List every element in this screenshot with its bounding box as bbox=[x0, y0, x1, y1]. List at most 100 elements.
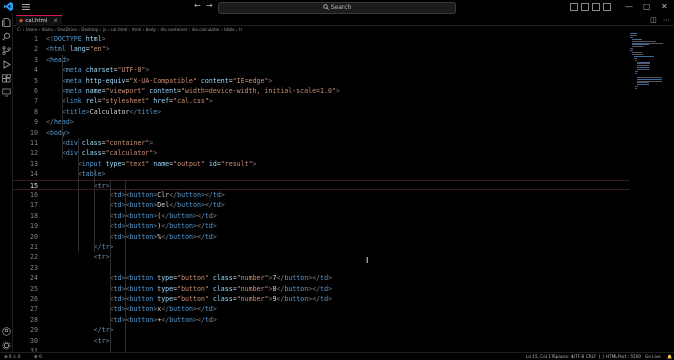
code-token: "output" bbox=[173, 159, 205, 168]
code-line[interactable]: 26 <td><button type="button" class="numb… bbox=[13, 294, 630, 304]
code-line[interactable]: 25 <td><button type="button" class="numb… bbox=[13, 284, 630, 294]
code-token: button bbox=[177, 191, 201, 199]
code-line[interactable]: 28 <td><button>+</button></td> bbox=[13, 315, 630, 325]
maximize-icon[interactable]: ▢ bbox=[643, 2, 651, 11]
remote-explorer-icon[interactable] bbox=[2, 88, 11, 97]
command-center-search[interactable]: Search bbox=[218, 2, 456, 14]
split-editor-icon[interactable]: ◫ bbox=[650, 16, 657, 24]
code-line[interactable]: 27 <td><button>x</button></td> bbox=[13, 304, 630, 314]
tab-cal-html[interactable]: ◆ cal.html × bbox=[16, 15, 62, 26]
language-mode[interactable]: { } HTML bbox=[598, 353, 618, 360]
html-file-icon: ◆ bbox=[19, 18, 24, 24]
code-line[interactable]: 7 <link rel="stylesheet" href="cal.css"> bbox=[13, 96, 630, 106]
notifications-bell-icon[interactable]: 🔔 bbox=[667, 353, 672, 360]
run-debug-icon[interactable] bbox=[2, 60, 11, 69]
line-number: 26 bbox=[30, 295, 38, 303]
code-text: <link rel="stylesheet" href="cal.css"> bbox=[46, 96, 213, 106]
code-token: button bbox=[169, 232, 194, 241]
breadcrumb[interactable]: C: › Users › dazio › OneDrive › Desktop … bbox=[13, 26, 674, 33]
search-icon[interactable] bbox=[2, 32, 11, 41]
code-token: input bbox=[81, 159, 102, 168]
code-token: > bbox=[328, 295, 333, 303]
code-token: td bbox=[320, 274, 329, 283]
code-line[interactable]: 15 <tr> bbox=[13, 179, 630, 190]
code-line[interactable]: 4 <meta charset="UTF-8"> bbox=[13, 65, 630, 75]
code-token: http-equiv bbox=[81, 76, 126, 85]
code-line[interactable]: 18 <td><button>(</button></td> bbox=[13, 211, 630, 221]
encoding[interactable]: UTF-8 bbox=[572, 353, 584, 360]
code-line[interactable]: 10 <body> bbox=[13, 128, 630, 138]
code-token: td bbox=[320, 284, 329, 293]
code-line[interactable]: 11 <div class="container"> bbox=[13, 138, 630, 148]
line-number: 11 bbox=[30, 139, 38, 147]
menu-icon[interactable] bbox=[22, 3, 30, 11]
minimap-line bbox=[631, 46, 644, 48]
code-line[interactable]: 2 <html lang="en"> bbox=[13, 44, 630, 54]
code-line[interactable]: 21 </tr> bbox=[13, 242, 630, 252]
account-icon[interactable] bbox=[2, 327, 11, 336]
code-token: tr bbox=[97, 336, 106, 345]
code-token: button bbox=[129, 295, 154, 303]
minimap[interactable] bbox=[630, 33, 670, 93]
code-line[interactable]: 19 <td><button>)</button></td> bbox=[13, 221, 630, 231]
close-window-icon[interactable]: ✕ bbox=[661, 2, 668, 11]
extensions-icon[interactable] bbox=[2, 74, 11, 83]
code-line[interactable]: 5 <meta http-equiv="X-UA-Compatible" con… bbox=[13, 76, 630, 86]
line-number: 10 bbox=[30, 128, 38, 137]
source-control-icon[interactable] bbox=[2, 46, 11, 55]
code-line[interactable]: 30 <tr> bbox=[13, 336, 630, 346]
tab-label: cal.html bbox=[25, 18, 48, 24]
ports-indicator[interactable]: ⚙ 0 bbox=[34, 353, 42, 360]
port-indicator[interactable]: Port : 5500 bbox=[618, 353, 641, 360]
indentation[interactable]: Spaces: 4 bbox=[553, 353, 573, 360]
code-line[interactable]: 23 bbox=[13, 263, 630, 273]
customize-layout-icon[interactable] bbox=[603, 3, 611, 11]
forward-arrow-icon[interactable]: → bbox=[206, 1, 213, 10]
code-line[interactable]: 1 <!DOCTYPE html> bbox=[13, 34, 630, 44]
toggle-secondary-sidebar-icon[interactable] bbox=[592, 3, 600, 11]
code-text: <head> bbox=[46, 55, 70, 65]
code-line[interactable]: 20 <td><button>%</button></td> bbox=[13, 232, 630, 242]
explorer-icon[interactable] bbox=[2, 18, 11, 27]
problems-indicator[interactable]: ⊗ 0 ⚠ 0 bbox=[4, 353, 21, 360]
toggle-primary-sidebar-icon[interactable] bbox=[570, 3, 578, 11]
line-number: 2 bbox=[34, 45, 38, 54]
code-line[interactable]: 16 <td><button>Clr</button></td> bbox=[13, 190, 630, 200]
code-line[interactable]: 29 </tr> bbox=[13, 325, 630, 335]
code-token: </ bbox=[204, 191, 213, 199]
line-number: 23 bbox=[30, 263, 38, 272]
code-line[interactable]: 9 </head> bbox=[13, 117, 630, 127]
code-token: button bbox=[129, 305, 154, 314]
minimap-line bbox=[637, 76, 663, 78]
minimize-icon[interactable]: — bbox=[625, 2, 633, 11]
search-label: Search bbox=[330, 4, 352, 11]
manage-gear-icon[interactable] bbox=[2, 341, 11, 350]
indent-guide bbox=[77, 138, 79, 253]
line-number: 12 bbox=[30, 149, 38, 158]
cursor-position[interactable]: Ln 15, Col 17 bbox=[526, 353, 554, 360]
code-line[interactable]: 6 <meta name="viewport" content="width=d… bbox=[13, 86, 630, 96]
code-line[interactable]: 17 <td><button>Del</button></td> bbox=[13, 200, 630, 210]
tab-close-icon[interactable]: × bbox=[53, 18, 58, 24]
code-line[interactable]: 8 <title>Calculator</title> bbox=[13, 107, 630, 117]
code-line[interactable]: 14 <table> bbox=[13, 169, 630, 179]
code-editor[interactable]: 1 <!DOCTYPE html> 2 <html lang="en"> 3 <head>… bbox=[13, 33, 630, 352]
code-token: </ bbox=[197, 222, 205, 231]
toggle-panel-icon[interactable] bbox=[581, 3, 589, 11]
end-of-line[interactable]: CRLF bbox=[586, 353, 597, 360]
go-live-button[interactable]: Go Live bbox=[645, 353, 661, 360]
code-line[interactable]: 24 <td><button type="button" class="numb… bbox=[13, 273, 630, 283]
code-line[interactable]: 22 <tr> bbox=[13, 252, 630, 262]
code-token: > bbox=[328, 284, 333, 293]
more-actions-icon[interactable]: ⋯ bbox=[663, 16, 670, 24]
code-line[interactable]: 3 <head> bbox=[13, 55, 630, 65]
back-arrow-icon[interactable]: ← bbox=[194, 1, 201, 10]
code-token: td bbox=[320, 295, 329, 303]
minimap-line bbox=[637, 65, 650, 67]
minimap-line bbox=[633, 57, 637, 59]
code-line[interactable]: 12 <div class="calculator"> bbox=[13, 148, 630, 158]
code-token: </ bbox=[46, 118, 54, 127]
code-line[interactable]: 13 <input type="text" name="output" id="… bbox=[13, 159, 630, 169]
